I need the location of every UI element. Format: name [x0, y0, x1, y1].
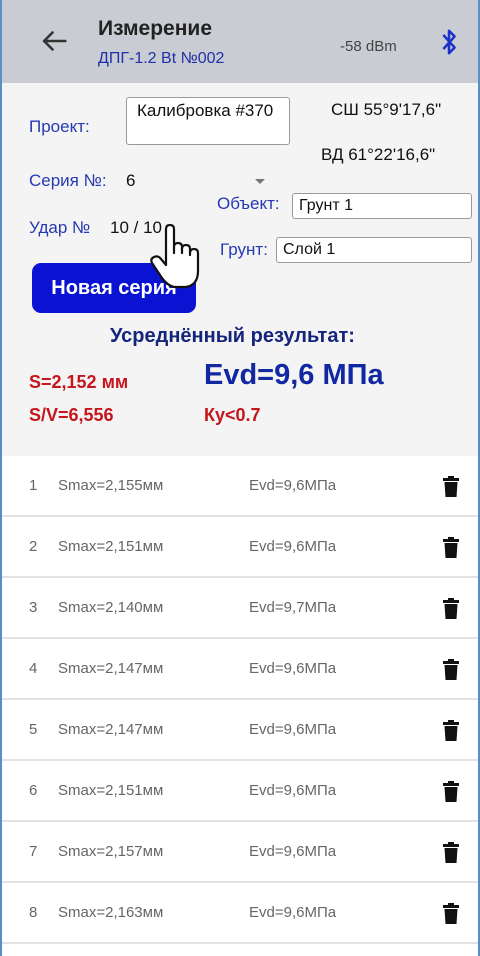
list-item[interactable]: 8 Smax=2,163мм Evd=9,6МПа [2, 883, 478, 944]
measurement-smax: Smax=2,157мм [58, 843, 164, 860]
measurement-smax: Smax=2,147мм [58, 660, 164, 677]
app-screen: Измерение ДПГ-1.2 Bt №002 -58 dBm Проект… [0, 0, 480, 956]
trash-icon[interactable] [442, 720, 460, 742]
trash-icon[interactable] [442, 537, 460, 559]
measurement-evd: Evd=9,7МПа [249, 599, 337, 616]
trash-icon[interactable] [442, 476, 460, 498]
measurement-number: 1 [29, 477, 38, 494]
measurement-number: 8 [29, 904, 38, 921]
measurement-number: 5 [29, 721, 38, 738]
measurement-evd: Evd=9,6МПа [249, 843, 337, 860]
measurement-number: 3 [29, 599, 38, 616]
list-item[interactable]: 2 Smax=2,151мм Evd=9,6МПа [2, 517, 478, 578]
hand-pointer-icon [150, 223, 200, 289]
average-s: S=2,152 мм [29, 372, 129, 392]
measurement-evd: Evd=9,6МПа [249, 904, 337, 921]
list-item[interactable]: 5 Smax=2,147мм Evd=9,6МПа [2, 700, 478, 761]
measurement-evd: Evd=9,6МПа [249, 538, 337, 555]
latitude: СШ 55°9'17,6" [331, 100, 442, 119]
list-item[interactable]: 4 Smax=2,147мм Evd=9,6МПа [2, 639, 478, 700]
list-item[interactable]: 1 Smax=2,155мм Evd=9,6МПа [2, 456, 478, 517]
measurement-smax: Smax=2,140мм [58, 599, 164, 616]
measurement-number: 6 [29, 782, 38, 799]
trash-icon[interactable] [442, 598, 460, 620]
signal-strength: -58 dBm [340, 38, 397, 55]
chevron-down-icon[interactable] [255, 179, 265, 184]
longitude: ВД 61°22'16,6" [321, 145, 436, 164]
measurement-form: Проект: Калибровка #370 СШ 55°9'17,6" ВД… [2, 83, 478, 456]
device-name: ДПГ-1.2 Bt №002 [98, 50, 225, 67]
measurement-smax: Smax=2,163мм [58, 904, 164, 921]
measurement-number: 7 [29, 843, 38, 860]
measurement-evd: Evd=9,6МПа [249, 721, 337, 738]
series-label: Серия №: [29, 171, 107, 190]
hit-label: Удар № [29, 218, 91, 237]
bluetooth-icon[interactable] [440, 28, 458, 56]
ky-value: Ку<0.7 [204, 405, 261, 425]
object-field[interactable]: Грунт 1 [292, 193, 472, 219]
app-bar: Измерение ДПГ-1.2 Bt №002 -58 dBm [2, 0, 478, 83]
trash-icon[interactable] [442, 903, 460, 925]
measurement-evd: Evd=9,6МПа [249, 782, 337, 799]
trash-icon[interactable] [442, 781, 460, 803]
measurement-smax: Smax=2,151мм [58, 782, 164, 799]
measurement-smax: Smax=2,147мм [58, 721, 164, 738]
measurement-smax: Smax=2,151мм [58, 538, 164, 555]
trash-icon[interactable] [442, 659, 460, 681]
measurement-evd: Evd=9,6МПа [249, 477, 337, 494]
list-item[interactable]: 3 Smax=2,140мм Evd=9,7МПа [2, 578, 478, 639]
screen-title: Измерение [98, 17, 213, 40]
measurement-smax: Smax=2,155мм [58, 477, 164, 494]
project-field[interactable]: Калибровка #370 [126, 97, 290, 145]
measurement-number: 4 [29, 660, 38, 677]
average-evd: Evd=9,6 МПа [204, 359, 384, 391]
measurement-list: 1 Smax=2,155мм Evd=9,6МПа 2 Smax=2,151мм Evd=… [2, 456, 478, 944]
list-item[interactable]: 7 Smax=2,157мм Evd=9,6МПа [2, 822, 478, 883]
soil-field[interactable]: Слой 1 [276, 237, 472, 263]
average-result-title: Усреднённый результат: [110, 325, 355, 347]
average-sv: S/V=6,556 [29, 405, 114, 425]
series-value[interactable]: 6 [126, 171, 135, 191]
object-label: Объект: [217, 194, 280, 213]
project-label: Проект: [29, 117, 90, 136]
list-item[interactable]: 6 Smax=2,151мм Evd=9,6МПа [2, 761, 478, 822]
back-arrow-icon[interactable] [37, 24, 71, 58]
measurement-number: 2 [29, 538, 38, 555]
measurement-evd: Evd=9,6МПа [249, 660, 337, 677]
trash-icon[interactable] [442, 842, 460, 864]
soil-label: Грунт: [220, 240, 268, 259]
